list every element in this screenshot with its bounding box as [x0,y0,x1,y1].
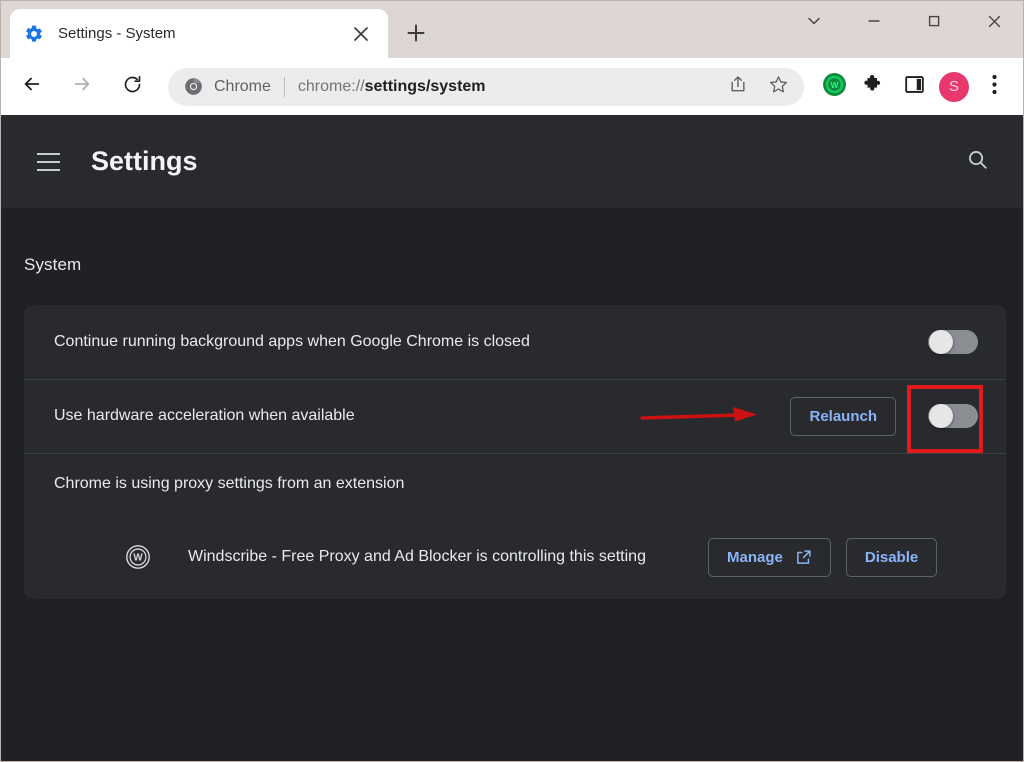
maximize-icon [926,13,942,34]
extensions-button[interactable] [854,67,894,107]
hamburger-icon-bar [36,168,60,171]
side-panel-icon [904,74,925,100]
windscribe-icon: W [124,543,152,571]
three-dot-menu-icon [991,74,997,100]
setting-label: Use hardware acceleration when available [54,407,355,425]
hamburger-icon-bar [36,152,60,155]
tab-strip: Settings - System [0,0,1024,58]
maximize-button[interactable] [904,0,964,47]
hardware-acceleration-toggle[interactable] [928,404,978,428]
relaunch-button[interactable]: Relaunch [790,396,896,436]
close-icon [986,13,1003,35]
extension-actions: Manage Disable [708,537,938,577]
share-icon [728,74,748,99]
plus-icon [406,23,426,48]
avatar: S [939,71,969,102]
svg-text:W: W [133,553,143,564]
browser-window: Settings - System Chrome chrome://settin… [0,0,1024,762]
forward-button [62,67,102,107]
back-button[interactable] [12,67,52,107]
side-panel-button[interactable] [894,67,934,107]
arrow-right-icon [71,73,93,100]
window-controls [784,0,1024,47]
toggle-knob [929,404,953,428]
close-window-button[interactable] [964,0,1024,47]
toggle-knob [929,330,953,354]
extension-controlled-row: W Windscribe - Free Proxy and Ad Blocker… [24,515,1006,599]
setting-row-hardware-acceleration: Use hardware acceleration when available… [24,379,1006,453]
address-bar[interactable]: Chrome chrome://settings/system [168,67,804,107]
windscribe-extension-button[interactable]: W [814,67,854,107]
chevron-down-icon [806,13,822,34]
profile-button[interactable]: S [934,67,974,107]
puzzle-piece-icon [863,73,885,100]
arrow-left-icon [21,73,43,100]
setting-label: Continue running background apps when Go… [54,333,530,351]
omnibox-divider [283,76,285,97]
minimize-button[interactable] [844,0,904,47]
chrome-menu-button[interactable] [974,67,1014,107]
gear-icon [24,24,44,44]
url-path: settings/system [364,77,486,95]
search-icon [966,148,989,176]
new-tab-button[interactable] [398,19,434,51]
star-icon [768,74,789,100]
tab-search-button[interactable] [784,0,844,47]
omnibox-url: chrome://settings/system [298,78,718,96]
section-title: System [24,255,82,274]
main-menu-button[interactable] [24,138,72,186]
settings-card: Continue running background apps when Go… [24,305,1006,599]
manage-button-label: Manage [727,548,783,566]
extension-name-label: Windscribe - Free Proxy and Ad Blocker i… [188,548,646,566]
close-icon[interactable] [348,21,374,47]
url-prefix: chrome:// [297,77,365,95]
settings-page: Settings System Continue running backgro… [0,115,1024,762]
svg-text:W: W [830,80,838,90]
reload-icon [122,74,143,100]
bookmark-button[interactable] [758,67,798,107]
omnibox-chrome-label: Chrome [214,77,271,95]
tab-title: Settings - System [58,25,176,42]
page-title: Settings [91,146,198,176]
disable-extension-button[interactable]: Disable [845,537,938,577]
manage-extension-button[interactable]: Manage [708,537,831,577]
external-link-icon [795,549,812,566]
browser-toolbar: Chrome chrome://settings/system W S [0,58,1024,115]
setting-row-background-apps: Continue running background apps when Go… [24,305,1006,379]
settings-header: Settings [0,115,1024,208]
proxy-notice-label: Chrome is using proxy settings from an e… [54,475,405,493]
omnibox-trailing-actions [718,67,798,107]
minimize-icon [866,13,882,34]
windscribe-icon: W [822,72,847,102]
hamburger-icon-bar [36,160,60,163]
chrome-logo-icon [184,77,203,96]
setting-row-proxy-notice: Chrome is using proxy settings from an e… [24,453,1006,515]
reload-button[interactable] [112,67,152,107]
share-button[interactable] [718,67,758,107]
setting-controls [928,330,978,354]
search-settings-button[interactable] [955,140,999,184]
browser-tab[interactable]: Settings - System [10,9,388,58]
background-apps-toggle[interactable] [928,330,978,354]
setting-controls: Relaunch [790,396,978,436]
